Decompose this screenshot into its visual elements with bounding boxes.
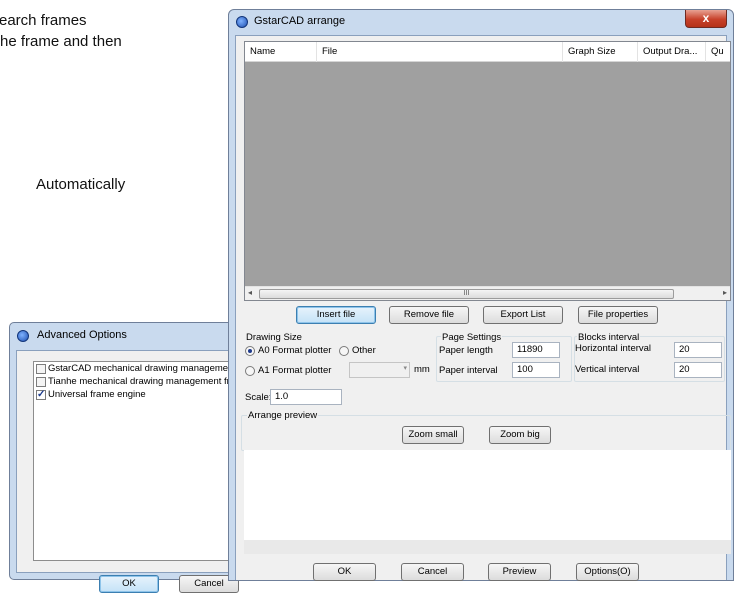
checkbox-gstarcad[interactable] [36,364,46,374]
advanced-options-titlebar[interactable]: Advanced Options [10,323,248,349]
arrange-titlebar[interactable]: GstarCAD arrange x [229,10,733,34]
advanced-options-title: Advanced Options [37,329,127,341]
unit-label: mm [414,364,430,375]
export-list-button[interactable]: Export List [483,306,563,324]
vertical-interval-label: Vertical interval [575,364,640,375]
engine-item-gstarcad[interactable]: GstarCAD mechanical drawing management [34,363,249,375]
preview-button[interactable]: Preview [488,563,551,581]
advanced-options-body: GstarCAD mechanical drawing management T… [16,350,249,593]
arrange-preview-title: Arrange preview [247,410,319,421]
arrange-dialog: GstarCAD arrange x Name File Graph Size … [228,9,734,581]
advanced-options-dialog: Advanced Options GstarCAD mechanical dra… [9,322,249,593]
engine-item-universal[interactable]: Universal frame engine [34,389,249,401]
cancel-button[interactable]: Cancel [401,563,464,581]
blocks-interval-title: Blocks interval [577,332,641,343]
vertical-interval-field[interactable]: 20 [674,362,722,378]
a1-label[interactable]: A1 Format plotter [258,365,331,376]
file-list[interactable]: Name File Graph Size Output Dra... Qu ◂ … [244,41,731,301]
other-radio[interactable] [339,346,349,356]
document-line-1: earch frames [0,12,87,29]
options-button[interactable]: Options(O) [576,563,639,581]
insert-file-button[interactable]: Insert file [296,306,376,324]
scroll-right-icon[interactable]: ▸ [723,288,727,297]
column-quantity[interactable]: Qu [706,42,732,62]
page-settings-title: Page Settings [441,332,503,343]
a0-radio[interactable] [245,346,255,356]
size-combo[interactable]: ▾ [349,362,410,378]
column-name[interactable]: Name [245,42,317,62]
paper-length-label: Paper length [439,345,493,356]
a1-radio[interactable] [245,366,255,376]
engine-label: GstarCAD mechanical drawing management [48,363,236,374]
paper-interval-label: Paper interval [439,365,498,376]
file-properties-button[interactable]: File properties [578,306,658,324]
app-icon [236,16,248,28]
zoom-big-button[interactable]: Zoom big [489,426,551,444]
document-line-3: Automatically [36,176,126,193]
remove-file-button[interactable]: Remove file [389,306,469,324]
app-icon [17,330,29,342]
a0-label[interactable]: A0 Format plotter [258,345,331,356]
column-file[interactable]: File [317,42,563,62]
column-graph-size[interactable]: Graph Size [563,42,638,62]
horizontal-interval-label: Horizontal interval [575,343,652,354]
horizontal-interval-field[interactable]: 20 [674,342,722,358]
frame-engine-list[interactable]: GstarCAD mechanical drawing management T… [33,361,249,561]
engine-label: Tianhe mechanical drawing management fra [48,376,236,387]
file-list-header: Name File Graph Size Output Dra... Qu [245,42,730,62]
scale-field[interactable]: 1.0 [270,389,342,405]
paper-length-field[interactable]: 11890 [512,342,560,358]
zoom-small-button[interactable]: Zoom small [402,426,464,444]
arrange-preview-canvas[interactable] [244,450,731,540]
horizontal-scrollbar[interactable]: ◂ III ▸ [245,286,730,300]
checkbox-universal[interactable] [36,389,46,401]
engine-label: Universal frame engine [48,389,146,400]
engine-item-tianhe[interactable]: Tianhe mechanical drawing management fra [34,376,249,388]
ok-button[interactable]: OK [313,563,376,581]
scale-label: Scale: [245,392,272,403]
paper-interval-field[interactable]: 100 [512,362,560,378]
scroll-left-icon[interactable]: ◂ [248,288,252,297]
preview-strip [244,540,731,554]
arrange-title: GstarCAD arrange [254,15,346,27]
document-line-2: he frame and then [0,33,122,50]
ok-button[interactable]: OK [99,575,159,593]
other-label[interactable]: Other [352,345,376,356]
chevron-down-icon[interactable]: ▾ [403,364,407,372]
scroll-thumb[interactable]: III [259,289,674,299]
drawing-size-title: Drawing Size [245,332,303,343]
checkbox-tianhe[interactable] [36,377,46,387]
close-button[interactable]: x [685,10,727,28]
column-output-drawing[interactable]: Output Dra... [638,42,706,62]
arrange-client: Name File Graph Size Output Dra... Qu ◂ … [235,35,731,581]
